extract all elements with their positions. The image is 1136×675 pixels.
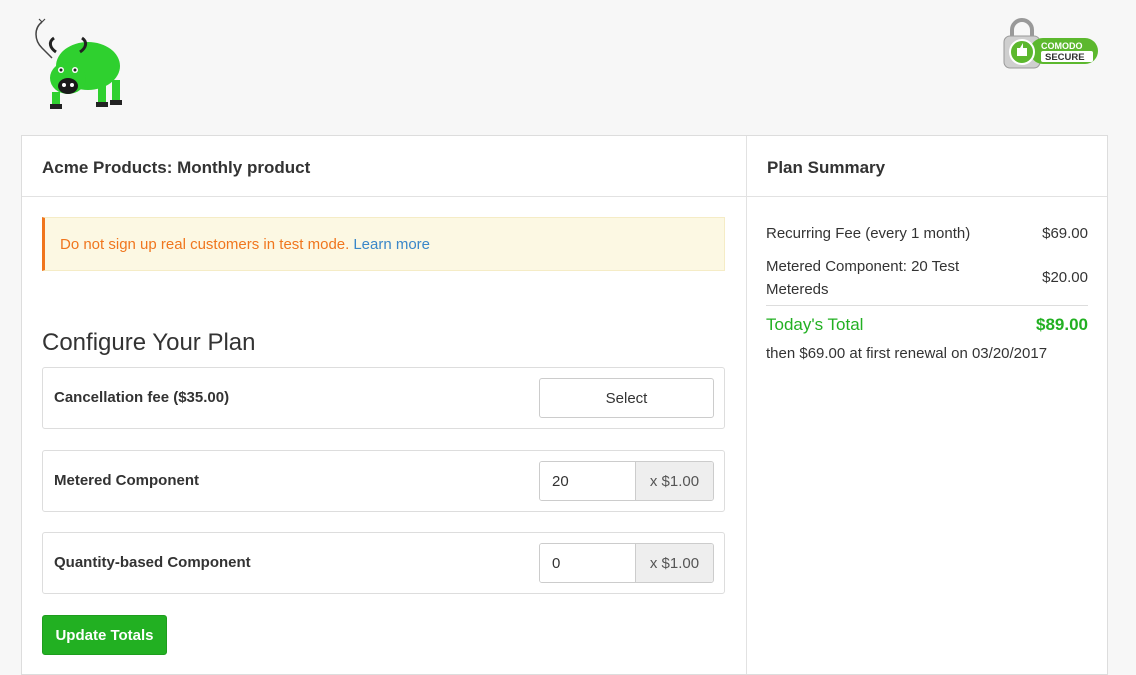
component-label: Metered Component (54, 472, 200, 489)
unit-price-addon: x $1.00 (636, 462, 713, 500)
comodo-secure-badge[interactable]: COMODO SECURE (1000, 16, 1100, 72)
todays-total-label: Today's Total (766, 315, 864, 334)
quantity-based-group: x $1.00 (539, 543, 714, 583)
summary-divider (766, 305, 1088, 306)
todays-total-amount: $89.00 (1036, 315, 1088, 334)
bull-logo-icon (35, 18, 122, 109)
metered-quantity-group: x $1.00 (539, 461, 714, 501)
company-logo (28, 18, 128, 112)
component-row-metered: Metered Component x $1.00 (42, 450, 725, 512)
alert-message: Do not sign up real customers in test mo… (60, 236, 430, 253)
component-label: Quantity-based Component (54, 554, 251, 571)
update-totals-button[interactable]: Update Totals (42, 615, 167, 655)
renewal-note-text: then $69.00 at first renewal on 03/20/20… (766, 345, 1048, 362)
comodo-secure-icon: COMODO SECURE (1003, 18, 1098, 69)
panel-divider (746, 136, 747, 674)
summary-line-amount: $69.00 (1042, 225, 1088, 242)
alert-text: Do not sign up real customers in test mo… (60, 236, 350, 253)
quantity-based-input[interactable] (540, 544, 636, 582)
summary-line-label: Recurring Fee (every 1 month) (766, 225, 971, 242)
summary-line-metered: Metered Component: 20 Test Metereds $20.… (766, 258, 1088, 302)
summary-line-label: Metered Component: 20 Test (766, 258, 960, 275)
unit-price-addon: x $1.00 (636, 544, 713, 582)
configure-plan-heading: Configure Your Plan (42, 329, 256, 356)
test-mode-alert: Do not sign up real customers in test mo… (42, 217, 725, 271)
component-row-cancellation-fee: Cancellation fee ($35.00) Select (42, 367, 725, 429)
plan-summary-title: Plan Summary (767, 158, 886, 177)
select-button[interactable]: Select (539, 378, 714, 418)
metered-quantity-input[interactable] (540, 462, 636, 500)
todays-total-row: Today's Total $89.00 (766, 315, 1088, 337)
summary-line-recurring: Recurring Fee (every 1 month) $69.00 (766, 225, 1088, 245)
component-label: Cancellation fee ($35.00) (54, 389, 230, 406)
summary-line-amount: $20.00 (1042, 269, 1088, 286)
product-header: Acme Products: Monthly product (22, 136, 746, 197)
summary-line-label-cont: Metereds (766, 281, 829, 298)
product-title: Acme Products: Monthly product (42, 158, 311, 177)
svg-text:COMODO: COMODO (1041, 41, 1083, 51)
summary-header: Plan Summary (747, 136, 1107, 197)
renewal-note: then $69.00 at first renewal on 03/20/20… (766, 345, 1088, 365)
checkout-card: Acme Products: Monthly product Plan Summ… (21, 135, 1108, 675)
component-row-quantity-based: Quantity-based Component x $1.00 (42, 532, 725, 594)
svg-text:SECURE: SECURE (1045, 52, 1085, 63)
learn-more-link[interactable]: Learn more (353, 236, 430, 253)
